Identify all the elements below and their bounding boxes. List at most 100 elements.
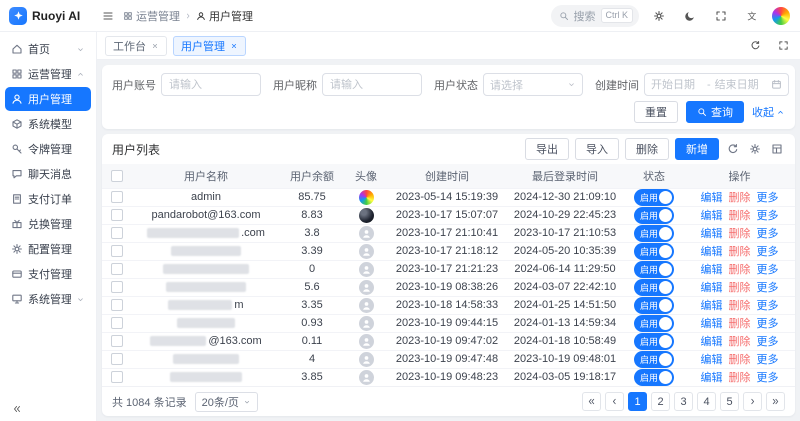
row-checkbox[interactable] (111, 263, 123, 275)
select-all-checkbox[interactable] (111, 170, 123, 182)
sidebar-item-operations[interactable]: 运营管理 (5, 62, 91, 86)
collapse-filters-link[interactable]: 收起 (752, 104, 785, 120)
edit-link[interactable]: 编辑 (701, 354, 723, 366)
status-toggle[interactable]: 启用 (634, 297, 674, 314)
page-button-5[interactable]: 5 (720, 392, 739, 411)
delete-link[interactable]: 删除 (729, 192, 751, 204)
row-checkbox[interactable] (111, 227, 123, 239)
row-checkbox[interactable] (111, 209, 123, 221)
row-checkbox[interactable] (111, 281, 123, 293)
more-link[interactable]: 更多 (757, 336, 779, 348)
status-toggle[interactable]: 启用 (634, 279, 674, 296)
row-checkbox[interactable] (111, 245, 123, 257)
delete-link[interactable]: 删除 (729, 336, 751, 348)
more-link[interactable]: 更多 (757, 318, 779, 330)
sidebar-item-users[interactable]: 用户管理 (5, 87, 91, 111)
delete-link[interactable]: 删除 (729, 354, 751, 366)
language-button[interactable]: 文 (741, 5, 763, 27)
close-icon[interactable] (230, 42, 238, 50)
status-toggle[interactable]: 启用 (634, 351, 674, 368)
more-link[interactable]: 更多 (757, 354, 779, 366)
row-checkbox[interactable] (111, 317, 123, 329)
more-link[interactable]: 更多 (757, 246, 779, 258)
settings-button[interactable] (648, 5, 670, 27)
import-button[interactable]: 导入 (575, 138, 619, 160)
sidebar-toggle-button[interactable] (97, 5, 119, 27)
created-end-input[interactable] (715, 79, 767, 91)
edit-link[interactable]: 编辑 (701, 210, 723, 222)
prev-page-button[interactable] (605, 392, 624, 411)
more-link[interactable]: 更多 (757, 210, 779, 222)
query-button[interactable]: 查询 (686, 101, 744, 123)
sidebar-item-models[interactable]: 系统模型 (5, 112, 91, 136)
sidebar-item-payment[interactable]: 支付管理 (5, 262, 91, 286)
page-button-4[interactable]: 4 (697, 392, 716, 411)
delete-link[interactable]: 删除 (729, 282, 751, 294)
column-settings-button[interactable] (769, 141, 785, 157)
row-checkbox[interactable] (111, 371, 123, 383)
sidebar-item-tokens[interactable]: 令牌管理 (5, 137, 91, 161)
edit-link[interactable]: 编辑 (701, 372, 723, 384)
edit-link[interactable]: 编辑 (701, 300, 723, 312)
delete-button[interactable]: 删除 (625, 138, 669, 160)
sidebar-item-system[interactable]: 系统管理 (5, 287, 91, 311)
export-button[interactable]: 导出 (525, 138, 569, 160)
next-page-button[interactable] (743, 392, 762, 411)
status-select[interactable]: 请选择 (483, 73, 583, 96)
created-daterange[interactable]: - (644, 73, 789, 96)
table-settings-button[interactable] (747, 141, 763, 157)
sidebar-item-pay-orders[interactable]: 支付订单 (5, 187, 91, 211)
delete-link[interactable]: 删除 (729, 210, 751, 222)
edit-link[interactable]: 编辑 (701, 336, 723, 348)
global-search[interactable]: 搜索 Ctrl K (551, 5, 640, 27)
delete-link[interactable]: 删除 (729, 318, 751, 330)
tab-user-management[interactable]: 用户管理 (173, 36, 246, 56)
page-button-1[interactable]: 1 (628, 392, 647, 411)
more-link[interactable]: 更多 (757, 372, 779, 384)
table-refresh-button[interactable] (725, 141, 741, 157)
more-link[interactable]: 更多 (757, 300, 779, 312)
delete-link[interactable]: 删除 (729, 246, 751, 258)
close-icon[interactable] (151, 42, 159, 50)
tab-workbench[interactable]: 工作台 (105, 36, 167, 56)
row-checkbox[interactable] (111, 335, 123, 347)
row-checkbox[interactable] (111, 191, 123, 203)
breadcrumb-item[interactable]: 运营管理 (123, 8, 180, 24)
row-checkbox[interactable] (111, 299, 123, 311)
sidebar-item-config[interactable]: 配置管理 (5, 237, 91, 261)
account-input[interactable] (161, 73, 261, 96)
delete-link[interactable]: 删除 (729, 372, 751, 384)
page-button-3[interactable]: 3 (674, 392, 693, 411)
edit-link[interactable]: 编辑 (701, 246, 723, 258)
more-link[interactable]: 更多 (757, 192, 779, 204)
more-link[interactable]: 更多 (757, 282, 779, 294)
status-toggle[interactable]: 启用 (634, 261, 674, 278)
tab-refresh-button[interactable] (746, 37, 764, 55)
delete-link[interactable]: 删除 (729, 228, 751, 240)
tab-fullscreen-button[interactable] (774, 37, 792, 55)
dark-mode-button[interactable] (679, 5, 701, 27)
reset-button[interactable]: 重置 (634, 101, 678, 123)
status-toggle[interactable]: 启用 (634, 333, 674, 350)
delete-link[interactable]: 删除 (729, 264, 751, 276)
last-page-button[interactable] (766, 392, 785, 411)
add-button[interactable]: 新增 (675, 138, 719, 160)
created-start-input[interactable] (651, 79, 703, 91)
more-link[interactable]: 更多 (757, 228, 779, 240)
edit-link[interactable]: 编辑 (701, 228, 723, 240)
status-toggle[interactable]: 启用 (634, 369, 674, 386)
first-page-button[interactable] (582, 392, 601, 411)
status-toggle[interactable]: 启用 (634, 225, 674, 242)
status-toggle[interactable]: 启用 (634, 189, 674, 206)
sidebar-item-exchange[interactable]: 兑换管理 (5, 212, 91, 236)
edit-link[interactable]: 编辑 (701, 192, 723, 204)
sidebar-item-chat-messages[interactable]: 聊天消息 (5, 162, 91, 186)
sidebar-collapse-button[interactable] (9, 401, 25, 417)
more-link[interactable]: 更多 (757, 264, 779, 276)
nickname-input[interactable] (322, 73, 422, 96)
status-toggle[interactable]: 启用 (634, 315, 674, 332)
page-button-2[interactable]: 2 (651, 392, 670, 411)
status-toggle[interactable]: 启用 (634, 243, 674, 260)
row-checkbox[interactable] (111, 353, 123, 365)
edit-link[interactable]: 编辑 (701, 282, 723, 294)
